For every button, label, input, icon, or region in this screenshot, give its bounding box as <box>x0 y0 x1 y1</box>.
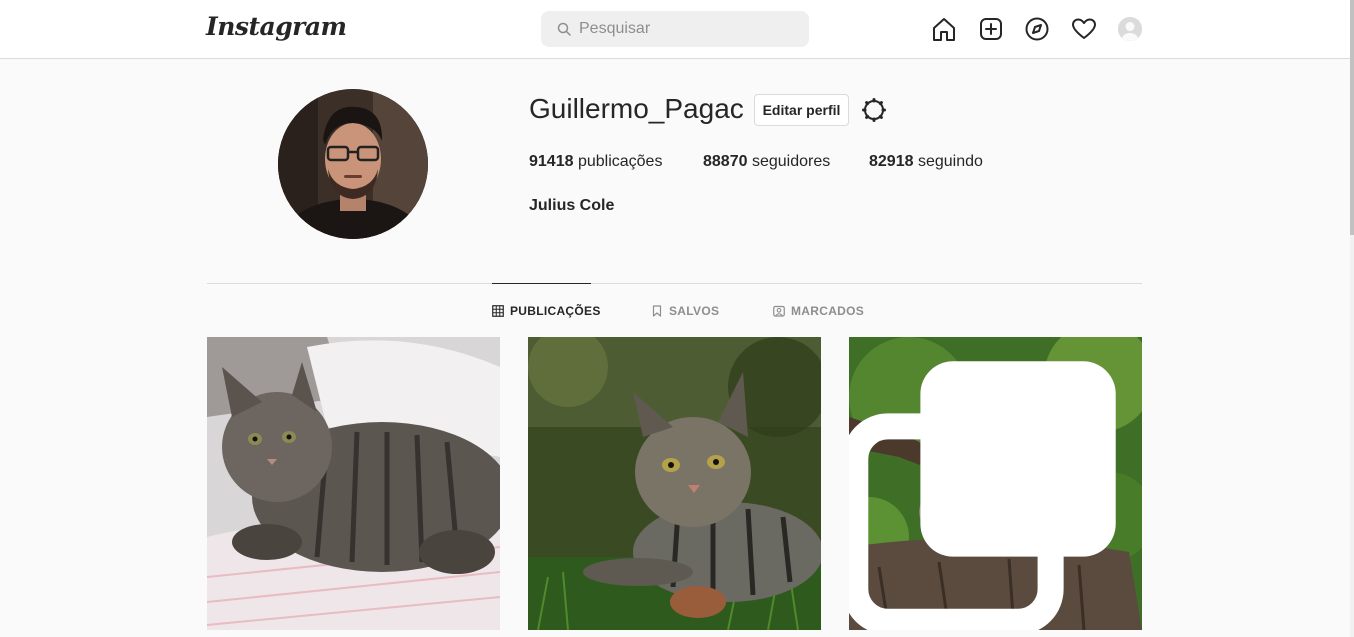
tab-label: PUBLICAÇÕES <box>510 304 601 318</box>
tagged-icon <box>773 305 785 317</box>
bookmark-icon <box>652 305 662 317</box>
instagram-logo[interactable]: Instagram <box>206 12 347 41</box>
active-tab-indicator <box>492 283 591 284</box>
grid-icon <box>492 305 504 317</box>
home-icon[interactable] <box>930 15 958 43</box>
search-box[interactable] <box>541 11 809 47</box>
profile-picture[interactable] <box>278 89 428 239</box>
heart-icon[interactable] <box>1070 15 1098 43</box>
profile-full-name: Julius Cole <box>529 197 615 214</box>
followers-count: 88870 <box>703 153 748 170</box>
followers-label: seguidores <box>747 153 831 170</box>
post-thumbnail[interactable] <box>849 337 1142 630</box>
tab-publicacoes[interactable]: PUBLICAÇÕES <box>492 304 601 318</box>
profile-photo-image <box>278 89 428 239</box>
edit-profile-button[interactable]: Editar perfil <box>754 94 849 126</box>
scrollbar-thumb[interactable] <box>1350 0 1354 235</box>
post-thumbnail[interactable] <box>207 337 500 630</box>
search-input[interactable] <box>579 11 799 47</box>
post-thumbnail[interactable] <box>528 337 821 630</box>
cat-on-bed-image <box>207 337 500 630</box>
search-icon <box>557 22 571 36</box>
cat-in-grass-image <box>528 337 821 630</box>
followers-stat[interactable]: 88870 seguidores <box>703 153 830 171</box>
tab-salvos[interactable]: SALVOS <box>651 304 719 318</box>
settings-gear-icon[interactable] <box>861 97 887 123</box>
posts-count: 91418 <box>529 153 574 170</box>
new-post-icon[interactable] <box>977 15 1005 43</box>
tab-label: SALVOS <box>669 304 720 318</box>
top-navigation-bar: Instagram <box>0 0 1354 59</box>
following-count: 82918 <box>869 153 914 170</box>
scrollbar-track[interactable] <box>1350 0 1354 637</box>
multiple-photos-icon <box>849 361 1116 630</box>
tab-label: MARCADOS <box>791 304 865 318</box>
tabs-divider <box>207 283 1142 284</box>
posts-label: publicações <box>573 153 663 170</box>
profile-username: Guillermo_Pagac <box>529 93 744 124</box>
explore-icon[interactable] <box>1023 15 1051 43</box>
default-avatar-icon <box>1118 17 1142 41</box>
posts-stat: 91418 publicações <box>529 153 662 171</box>
following-label: seguindo <box>913 153 983 170</box>
avatar[interactable] <box>1118 17 1142 41</box>
following-stat[interactable]: 82918 seguindo <box>869 153 983 171</box>
tab-marcados[interactable]: MARCADOS <box>773 304 864 318</box>
